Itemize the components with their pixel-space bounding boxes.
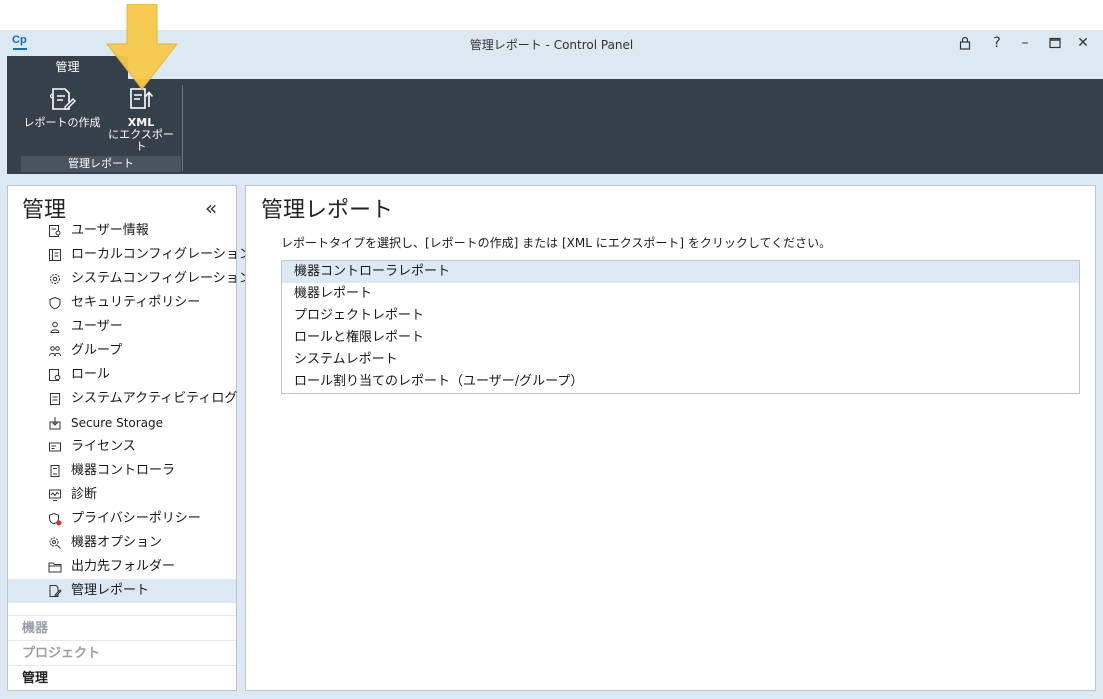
local-config-icon (49, 249, 61, 261)
group-icon (49, 346, 61, 357)
sidebar-item-device-controller[interactable]: 機器コントローラ (8, 459, 236, 483)
sidebar-item-admin-reports[interactable]: 管理レポート (8, 579, 236, 603)
device-options-icon (49, 537, 61, 549)
section-projects[interactable]: プロジェクト (8, 640, 236, 665)
page-title: 管理レポート (261, 198, 394, 223)
sidebar-item-privacy-policy[interactable]: プライバシーポリシー (8, 507, 236, 531)
sidebar-item-license[interactable]: ライセンス (8, 435, 236, 459)
list-item[interactable]: ロールと権限レポート (282, 327, 1079, 349)
sidebar-nav: ユーザー情報 ローカルコンフィグレーション システムコンフィグレーション セキュ… (8, 219, 252, 603)
log-icon (50, 393, 60, 405)
user-icon (50, 321, 60, 333)
sidebar-item-local-config[interactable]: ローカルコンフィグレーション (8, 243, 252, 267)
sidebar-item-label: システムコンフィグレーション (71, 271, 252, 286)
sidebar-item-security-policy[interactable]: セキュリティポリシー (8, 291, 236, 315)
sidebar-item-label: 出力先フォルダー (71, 559, 176, 574)
sidebar-item-label: 機器コントローラ (71, 463, 176, 478)
sidebar-item-roles[interactable]: ロール (8, 363, 236, 387)
sidebar-item-users[interactable]: ユーザー (8, 315, 236, 339)
folder-icon (48, 562, 62, 573)
sidebar-item-user-info[interactable]: ユーザー情報 (8, 219, 236, 243)
sidebar-item-groups[interactable]: グループ (8, 339, 236, 363)
create-report-label: レポートの作成 (23, 116, 101, 129)
ribbon-group-separator (182, 85, 183, 171)
close-button[interactable]: ✕ (1074, 34, 1092, 52)
main-panel: 管理レポート レポートタイプを選択し、[レポートの作成] または [XML にエ… (245, 185, 1096, 691)
export-xml-button[interactable]: XML にエクスポート (105, 85, 177, 153)
gear-icon (50, 274, 60, 284)
sidebar-item-diagnostics[interactable]: 診断 (8, 483, 236, 507)
instruction-text: レポートタイプを選択し、[レポートの作成] または [XML にエクスポート] … (281, 236, 832, 250)
sidebar-item-label: ユーザー情報 (71, 223, 149, 238)
report-type-list[interactable]: 機器コントローラレポート 機器レポート プロジェクトレポート ロールと権限レポー… (281, 260, 1080, 394)
sidebar-item-label: ライセンス (71, 439, 136, 454)
sidebar-item-label: グループ (71, 343, 123, 358)
role-icon (49, 369, 61, 381)
sidebar-item-secure-storage[interactable]: Secure Storage (8, 411, 236, 435)
sidebar-item-device-options[interactable]: 機器オプション (8, 531, 236, 555)
create-report-icon (49, 88, 76, 110)
help-button[interactable]: ? (988, 34, 1006, 52)
list-item[interactable]: 機器レポート (282, 283, 1079, 305)
admin-report-icon (49, 585, 62, 597)
callout-arrow-icon (106, 4, 178, 90)
create-report-button[interactable]: レポートの作成 (23, 85, 101, 151)
sidebar-item-label: プライバシーポリシー (71, 511, 201, 526)
list-item[interactable]: プロジェクトレポート (282, 305, 1079, 327)
list-item[interactable]: システムレポート (282, 349, 1079, 371)
sidebar-item-label: 管理レポート (71, 583, 150, 598)
ribbon-body: レポートの作成 XML にエクスポート 管理レポート (7, 79, 1103, 174)
sidebar-item-system-config[interactable]: システムコンフィグレーション (8, 267, 252, 291)
device-controller-icon (50, 465, 60, 477)
sidebar-item-label: ロール (71, 367, 111, 382)
sidebar-item-label: セキュリティポリシー (71, 295, 201, 310)
sidebar-item-label: システムアクティビティログ (71, 391, 238, 406)
license-icon (49, 442, 61, 452)
diagnostics-icon (49, 489, 61, 501)
sidebar-item-label: Secure Storage (71, 416, 164, 430)
lock-icon[interactable] (956, 34, 974, 52)
sidebar-item-activity-log[interactable]: システムアクティビティログ (8, 387, 238, 411)
sidebar-item-label: 機器オプション (71, 535, 163, 550)
user-info-icon (49, 225, 61, 237)
ribbon-group-label: 管理レポート (21, 156, 181, 172)
section-admin[interactable]: 管理 (8, 665, 236, 690)
minimize-button[interactable]: – (1016, 34, 1034, 52)
sidebar: 管理 « ユーザー情報 ローカルコンフィグレーション システムコンフィグレーショ… (7, 185, 252, 691)
sidebar-item-label: 診断 (71, 487, 98, 502)
sidebar-item-output-folder[interactable]: 出力先フォルダー (8, 555, 236, 579)
secure-storage-icon (49, 417, 61, 430)
privacy-icon (49, 512, 62, 526)
list-item[interactable]: ロール割り当てのレポート（ユーザー/グループ） (282, 371, 1079, 393)
collapse-sidebar-button[interactable]: « (205, 196, 217, 220)
list-item[interactable]: 機器コントローラレポート (282, 261, 1079, 283)
sidebar-item-label: ユーザー (71, 319, 123, 334)
maximize-button[interactable] (1046, 34, 1064, 52)
shield-icon (49, 296, 61, 310)
sidebar-item-label: ローカルコンフィグレーション (71, 247, 252, 262)
export-xml-label-line2: にエクスポート (108, 128, 174, 153)
section-devices[interactable]: 機器 (8, 615, 236, 640)
